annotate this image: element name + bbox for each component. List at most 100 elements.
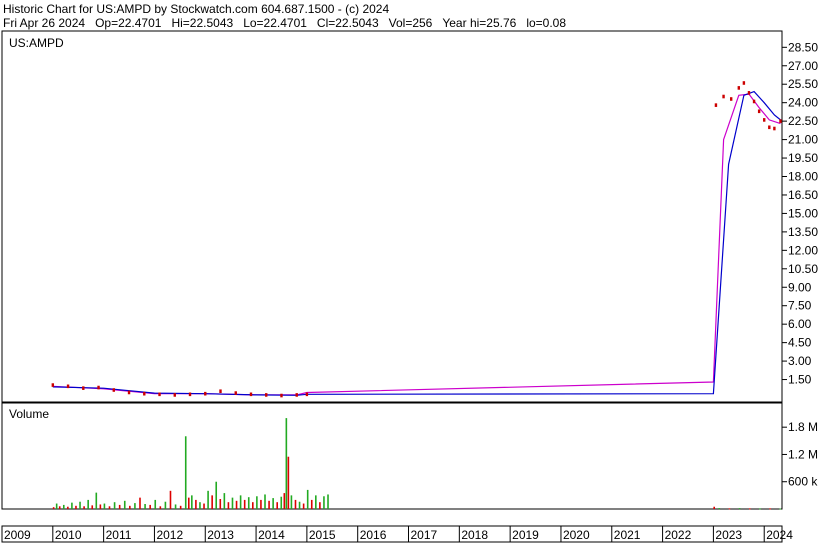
price-point	[280, 393, 283, 398]
year-label: 2022	[665, 528, 692, 542]
volume-bar	[95, 492, 98, 509]
price-tick-label: 3.00	[788, 354, 812, 368]
price-point	[773, 126, 776, 131]
year-label: 2015	[309, 528, 336, 542]
volume-bar	[748, 508, 751, 510]
volume-y-axis: 1.8 M 1.2 M 600 k	[782, 420, 818, 489]
price-point	[82, 386, 85, 390]
volume-tick-label: 600 k	[788, 475, 818, 489]
volume-bar	[83, 506, 85, 509]
volume-bar	[79, 501, 81, 509]
volume-bar	[713, 506, 716, 509]
volume-bar	[199, 502, 201, 509]
price-point	[305, 392, 309, 397]
volume-bar	[243, 499, 246, 509]
volume-panel-frame	[1, 402, 783, 510]
volume-bar	[268, 500, 270, 509]
year-label: 2019	[512, 528, 539, 542]
volume-bar	[285, 418, 288, 509]
volume-bar	[203, 503, 205, 509]
volume-bar	[103, 503, 106, 509]
price-point	[188, 392, 192, 397]
year-label: 2023	[715, 528, 742, 542]
volume-bar	[306, 489, 309, 509]
price-point	[714, 103, 718, 107]
price-tick-label: 10.50	[788, 262, 818, 276]
volume-bar	[227, 502, 230, 509]
volume-bar	[144, 504, 146, 509]
volume-bar	[215, 481, 218, 509]
volume-bar	[195, 499, 197, 509]
volume-bar	[113, 502, 116, 509]
volume-bar	[272, 498, 274, 509]
volume-bar	[283, 493, 286, 509]
volume-bar	[252, 502, 254, 509]
year-label: 2020	[563, 528, 590, 542]
volume-bar	[149, 504, 151, 509]
volume-bar	[52, 507, 55, 509]
volume-bar	[67, 506, 69, 509]
volume-bar	[276, 502, 278, 509]
price-point	[97, 385, 100, 390]
price-y-axis: 28.50 27.00 25.50 24.00 22.50 21.00 19.50 18.00…	[782, 40, 818, 387]
price-point	[265, 393, 268, 397]
stock-chart: US:AMPD Volume 28.50 27.00 25.50 24.00 22.50…	[1, 30, 818, 543]
volume-bar	[87, 499, 89, 509]
volume-bar	[256, 496, 258, 509]
volume-bar	[247, 497, 250, 509]
volume-bar	[58, 506, 61, 509]
price-panel-title: US:AMPD	[9, 36, 64, 50]
volume-bar	[184, 436, 187, 509]
volume-tick-label: 1.8 M	[788, 420, 818, 434]
volume-bar	[179, 505, 182, 509]
volume-bar	[154, 499, 157, 509]
volume-bar	[211, 495, 213, 509]
price-point	[752, 99, 756, 104]
price-point	[763, 118, 766, 122]
volume-bar	[769, 508, 771, 510]
price-point	[158, 392, 161, 397]
volume-bar	[327, 494, 329, 509]
price-tick-label: 7.50	[788, 299, 812, 313]
volume-panel-title: Volume	[9, 407, 49, 421]
year-label: 2016	[360, 528, 387, 542]
price-point	[219, 389, 222, 394]
price-point	[779, 119, 782, 123]
volume-bar	[108, 506, 111, 509]
year-label: 2021	[614, 528, 641, 542]
price-tick-label: 16.50	[788, 188, 818, 202]
price-point	[757, 109, 761, 114]
volume-bar	[223, 493, 226, 509]
volume-bar	[129, 505, 131, 509]
price-tick-label: 12.00	[788, 243, 818, 257]
volume-bar	[187, 497, 190, 509]
year-label: 2014	[258, 528, 285, 542]
volume-bar	[290, 495, 293, 509]
volume-bar	[239, 495, 242, 509]
year-label: 2013	[207, 528, 234, 542]
price-tick-label: 13.50	[788, 225, 818, 239]
price-point	[742, 81, 746, 85]
price-point	[737, 86, 741, 90]
price-tick-label: 28.50	[788, 40, 818, 54]
volume-bar	[231, 497, 234, 509]
price-tick-label: 19.50	[788, 151, 818, 165]
price-point	[729, 97, 733, 101]
price-point	[51, 383, 55, 387]
year-label: 2017	[411, 528, 438, 542]
volume-bar	[718, 508, 721, 510]
price-point	[143, 391, 146, 396]
volume-tick-label: 1.2 M	[788, 447, 818, 461]
price-tick-label: 25.50	[788, 77, 818, 91]
volume-bar	[294, 499, 297, 509]
volume-bar	[118, 504, 121, 509]
volume-bar	[315, 495, 317, 509]
volume-bar	[99, 504, 102, 509]
volume-bar	[728, 508, 731, 510]
year-label: 2024	[766, 528, 793, 542]
year-label: 2018	[461, 528, 488, 542]
price-point	[204, 391, 207, 396]
volume-bar	[738, 508, 741, 510]
price-tick-label: 21.00	[788, 133, 818, 147]
price-point	[747, 91, 751, 95]
